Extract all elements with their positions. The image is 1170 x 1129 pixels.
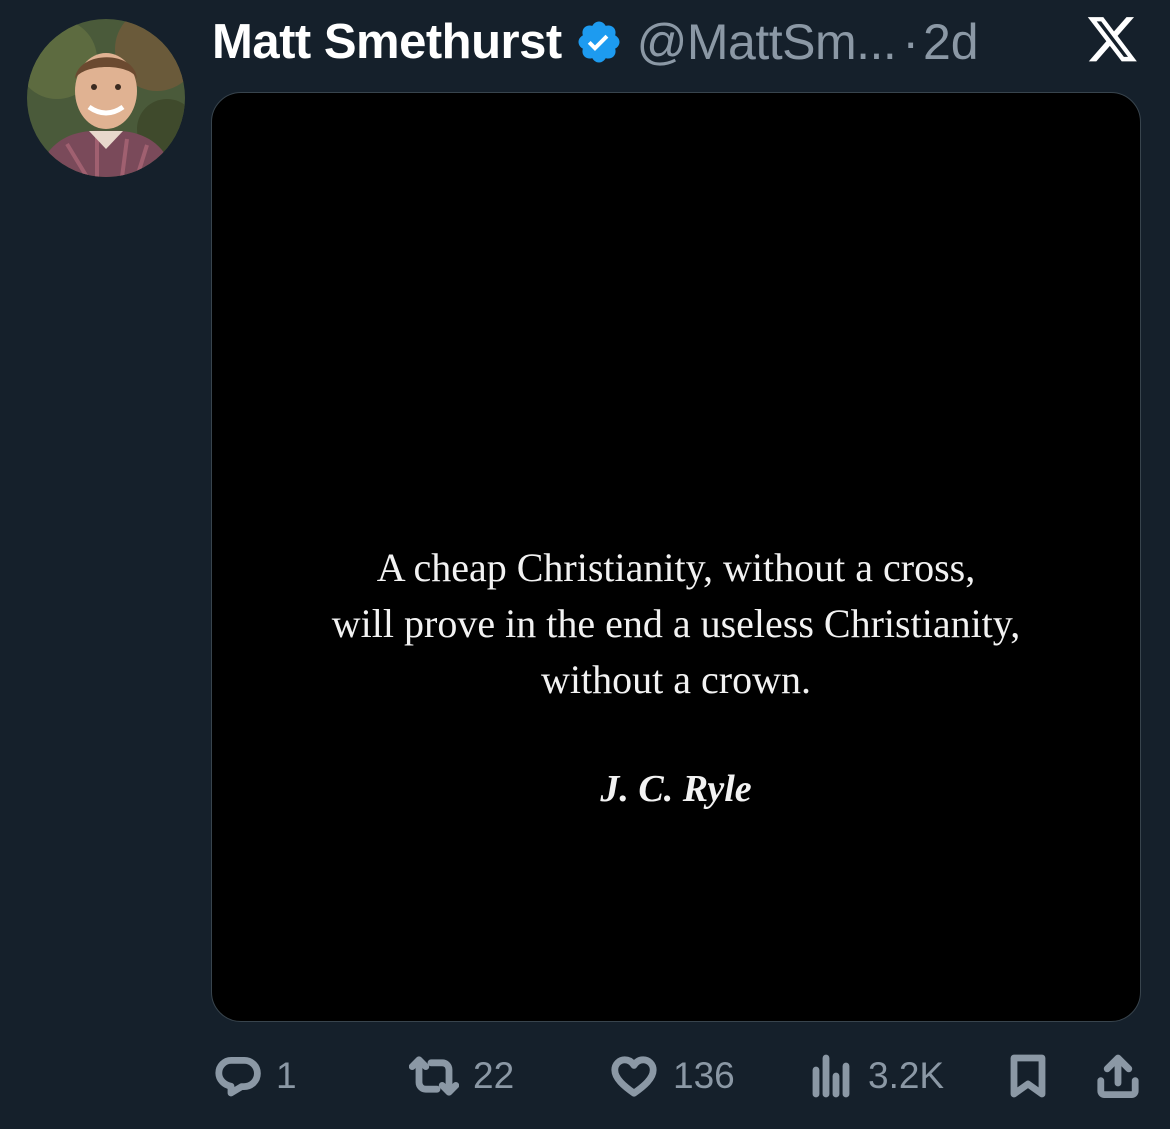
quote-line: will prove in the end a useless Christia…	[331, 601, 1021, 646]
tweet-actions: 1 22 136 3.2K	[0, 1052, 1170, 1108]
separator-dot: ·	[902, 14, 919, 70]
share-icon	[1097, 1054, 1139, 1098]
avatar[interactable]	[27, 19, 185, 177]
retweet-count: 22	[473, 1055, 515, 1096]
reply-icon	[215, 1057, 261, 1097]
quote-line: without a crown.	[541, 657, 811, 702]
reply-button[interactable]: 1	[214, 1052, 297, 1100]
quote-author: J. C. Ryle	[600, 768, 752, 810]
views-chart-icon	[812, 1054, 850, 1098]
author-name[interactable]: Matt Smethurst	[212, 14, 562, 70]
like-count: 136	[673, 1055, 735, 1096]
views-count: 3.2K	[868, 1055, 945, 1096]
tweet-media-image[interactable]: A cheap Christianity, without a cross, w…	[211, 92, 1141, 1022]
reply-count: 1	[276, 1055, 297, 1096]
share-button[interactable]	[1094, 1052, 1142, 1100]
retweet-button[interactable]: 22	[409, 1052, 514, 1100]
tweet-header: Matt Smethurst @MattSm... · 2d	[212, 10, 979, 74]
bookmark-icon	[1010, 1054, 1046, 1098]
avatar-photo	[27, 19, 185, 177]
quote-line: A cheap Christianity, without a cross,	[376, 545, 976, 590]
like-button[interactable]: 136	[609, 1052, 735, 1100]
retweet-icon	[409, 1056, 459, 1096]
author-handle[interactable]: @MattSm...	[637, 13, 897, 71]
verified-badge-icon	[578, 21, 620, 63]
quote-text: A cheap Christianity, without a cross, w…	[212, 540, 1140, 708]
timestamp[interactable]: 2d	[923, 13, 979, 71]
bookmark-button[interactable]	[1006, 1052, 1050, 1100]
views-button[interactable]: 3.2K	[810, 1052, 944, 1100]
x-logo-icon[interactable]	[1087, 17, 1139, 65]
heart-icon	[611, 1056, 657, 1097]
